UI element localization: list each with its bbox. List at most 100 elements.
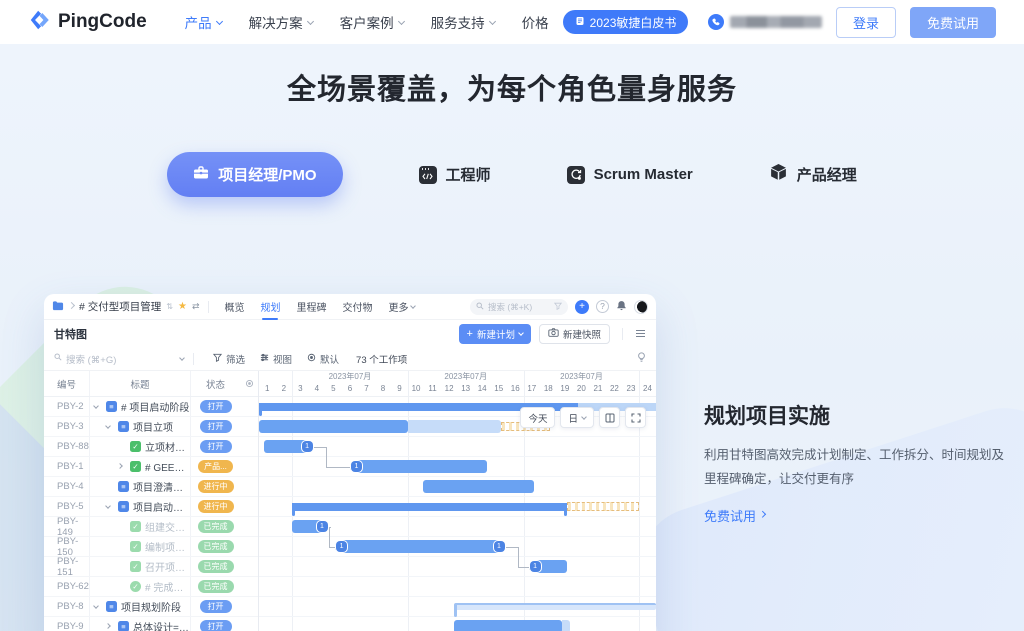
gantt-summary-bar-light[interactable] [454,603,656,610]
tab-planning[interactable]: 规划 [260,294,280,320]
pingcode-logo[interactable]: PingCode [28,8,147,37]
breadcrumb[interactable]: # 交付型项目管理 [79,299,161,314]
nav-item-products[interactable]: 产品 [185,12,222,32]
list-view-icon[interactable] [635,325,646,343]
table-row[interactable]: PBY-8≡项目规划阶段打开 [44,597,258,617]
notification-bell-icon[interactable] [616,300,627,314]
login-button[interactable]: 登录 [836,7,896,38]
row-title-cell: ≡项目立项 [90,419,190,434]
expand-caret[interactable] [106,506,114,508]
task-check-icon: ✓ [130,441,141,452]
expand-caret[interactable] [106,426,114,428]
new-plan-button[interactable]: + 新建计划 [459,324,531,344]
switch-project-icon[interactable]: ⇄ [192,301,200,312]
tab-overview[interactable]: 概览 [224,294,244,320]
status-badge[interactable]: 打开 [200,440,232,453]
chevron-down-icon [307,17,314,24]
pingcode-logo-icon [28,8,52,37]
dependency-connector [326,467,350,468]
cube-icon [769,163,788,186]
favorite-star-icon[interactable]: ★ [178,301,187,312]
column-header-status[interactable]: 状态 [190,371,240,396]
view-settings-button[interactable]: 视图 [260,352,292,366]
gantt-bar[interactable] [454,620,562,631]
nav-item-solutions[interactable]: 解决方案 [249,12,313,32]
create-new-button[interactable]: + [575,300,589,314]
help-icon[interactable]: ? [596,300,609,313]
expand-caret[interactable] [94,406,102,408]
gantt-bar[interactable] [355,460,487,473]
day-tick: 24 [639,383,656,397]
persona-tab-product-manager[interactable]: 产品经理 [769,163,857,186]
status-badge[interactable]: 打开 [200,600,232,613]
table-row[interactable]: PBY-3≡项目立项打开 [44,417,258,437]
gantt-chart: 2023年07月2023年07月2023年07月 123456789101112… [259,371,656,631]
column-settings-gear-icon[interactable] [240,379,258,388]
status-badge[interactable]: 打开 [200,620,232,631]
table-row[interactable]: PBY-9≡总体设计=实施方案（...打开 [44,617,258,631]
tab-more[interactable]: 更多 [388,294,415,320]
persona-tab-pm-pmo[interactable]: 项目经理/PMO [167,152,342,197]
page-title: 全场景覆盖，为每个角色量身服务 [0,66,1024,108]
sort-icon[interactable]: ⇅ [140,379,147,388]
nav-item-pricing[interactable]: 价格 [522,12,549,32]
table-row[interactable]: PBY-151✓召开项目开工会已完成 [44,557,258,577]
gantt-bar[interactable] [259,420,408,433]
status-badge[interactable]: 已完成 [198,520,234,533]
month-label: 2023年07月 [524,371,640,383]
gantt-bar[interactable] [423,480,534,493]
table-row[interactable]: PBY-4≡项目澄清交底进行中 [44,477,258,497]
gantt-summary-bar[interactable] [292,503,567,511]
new-snapshot-button[interactable]: 新建快照 [539,324,610,344]
table-row[interactable]: PBY-1✓# GEEKBOOKS 极...产品... [44,457,258,477]
status-badge[interactable]: 打开 [200,420,232,433]
nav-item-customers[interactable]: 客户案例 [340,12,404,32]
table-row[interactable]: PBY-88✓立项材料编辑打开 [44,437,258,457]
gantt-bar-unfilled [562,620,570,631]
tab-milestones[interactable]: 里程碑 [296,294,326,320]
split-view-button[interactable] [599,407,620,428]
gantt-search-input[interactable]: 搜索 (⌘+G) [54,352,184,366]
whitepaper-badge[interactable]: 2023敏捷白皮书 [563,10,689,34]
nav-item-support[interactable]: 服务支持 [431,12,495,32]
month-label [639,371,656,383]
column-header-id[interactable]: 编号 [44,371,90,396]
task-check-icon: ✓ [130,561,141,572]
dependency-connector [518,567,529,568]
status-badge[interactable]: 已完成 [198,560,234,573]
gantt-bar[interactable] [340,540,500,553]
status-badge[interactable]: 进行中 [198,480,234,493]
day-tick: 6 [342,383,359,397]
fullscreen-button[interactable] [625,407,646,428]
table-row[interactable]: PBY-150✓编制项目章程已完成 [44,537,258,557]
user-avatar[interactable] [634,300,648,314]
persona-tab-engineer[interactable]: 工程师 [419,164,491,185]
row-title-cell: ✓# 完成项目启动阶段... [90,579,190,594]
table-row[interactable]: PBY-149✓组建交付群和工作台已完成 [44,517,258,537]
table-row[interactable]: PBY-2≡# 项目启动阶段打开 [44,397,258,417]
tab-deliverables[interactable]: 交付物 [342,294,372,320]
status-cell: 已完成 [190,537,240,556]
status-badge[interactable]: 打开 [200,400,232,413]
expand-caret[interactable] [94,606,102,608]
status-badge[interactable]: 已完成 [198,540,234,553]
time-unit-select[interactable]: 日 [560,407,594,428]
status-badge[interactable]: 已完成 [198,580,234,593]
summary-cap [259,403,262,416]
sort-toggle-icon[interactable]: ⇅ [166,302,173,311]
status-badge[interactable]: 进行中 [198,500,234,513]
expand-caret[interactable] [106,626,114,628]
table-row[interactable]: PBY-62✓# 完成项目启动阶段...已完成 [44,577,258,597]
free-trial-button[interactable]: 免费试用 [910,7,996,38]
default-view-button[interactable]: 默认 [307,352,339,366]
persona-tab-scrum-master[interactable]: Scrum Master [567,166,693,184]
lightbulb-icon[interactable] [637,352,646,366]
status-badge[interactable]: 产品... [198,460,233,473]
status-cell: 进行中 [190,477,240,496]
global-search-input[interactable]: 搜索 (⌘+K) [470,299,568,315]
today-button[interactable]: 今天 [520,407,555,428]
expand-caret[interactable] [118,466,126,468]
filter-button[interactable]: 筛选 [213,352,245,366]
table-row[interactable]: PBY-5≡项目启动任命进行中 [44,497,258,517]
free-trial-link[interactable]: 免费试用 [704,506,765,525]
